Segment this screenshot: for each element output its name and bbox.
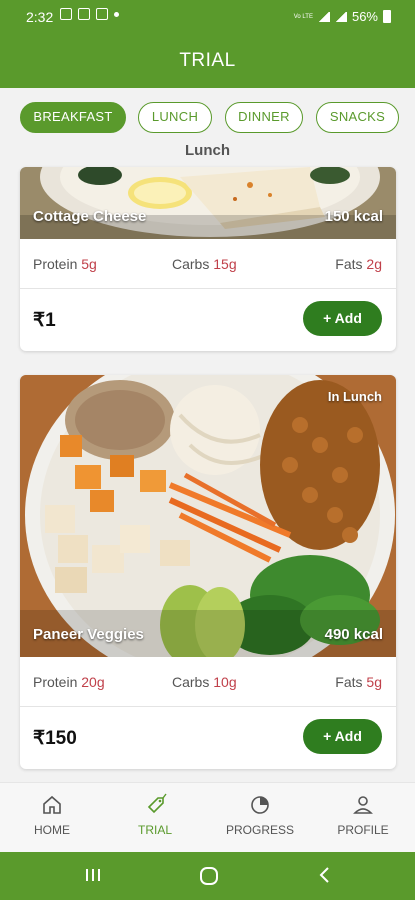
nav-trial[interactable]: TRIAL — [110, 793, 200, 837]
trial-tag-icon — [147, 793, 167, 814]
protein-value: 20g — [81, 674, 105, 690]
signal-2-icon — [334, 11, 347, 22]
system-nav-bar — [0, 852, 415, 900]
app-bar: TRIAL — [0, 33, 415, 88]
network-label: Vo LTE — [293, 13, 313, 20]
message-icon — [96, 8, 108, 20]
price-row: ₹1 + Add — [20, 289, 396, 351]
protein-info: Protein 5g — [33, 256, 97, 272]
carbs-info: Carbs 10g — [172, 674, 237, 690]
fats-info: Fats 2g — [335, 256, 382, 272]
carbs-label: Carbs — [172, 256, 210, 272]
fats-value: 2g — [366, 256, 382, 272]
meal-kcal: 150 kcal — [324, 208, 383, 225]
protein-value: 5g — [81, 256, 97, 272]
meal-card-paneer-veggies[interactable]: In Lunch Paneer Veggies 490 kcal Protein… — [20, 375, 396, 769]
macros-row: Protein 20g Carbs 10g Fats 5g — [20, 657, 396, 707]
signal-icon — [317, 11, 330, 22]
carbs-value: 10g — [213, 674, 237, 690]
gmail-icon — [78, 8, 90, 20]
meal-kcal: 490 kcal — [324, 626, 383, 643]
meal-card-cottage-cheese[interactable]: Cottage Cheese 150 kcal Protein 5g Carbs… — [20, 167, 396, 351]
status-time: 2:32 — [26, 9, 54, 25]
status-right: Vo LTE 56% — [294, 9, 391, 24]
progress-icon — [251, 796, 269, 814]
carbs-info: Carbs 15g — [172, 256, 237, 272]
nav-progress[interactable]: PROGRESS — [215, 793, 305, 837]
meal-tabs: BREAKFAST LUNCH DINNER SNACKS — [0, 102, 415, 134]
protein-label: Protein — [33, 674, 78, 690]
nav-trial-label: TRIAL — [137, 823, 172, 837]
nav-profile-label: PROFILE — [337, 823, 389, 837]
fats-info: Fats 5g — [335, 674, 382, 690]
tab-dinner[interactable]: DINNER — [225, 102, 303, 133]
fats-value: 5g — [366, 674, 382, 690]
back-icon[interactable] — [317, 866, 333, 884]
gallery-icon — [60, 8, 72, 20]
meal-price: ₹1 — [33, 310, 56, 331]
more-notifications-icon — [114, 11, 119, 17]
cottage-cheese-photo — [20, 167, 396, 239]
battery-icon — [383, 10, 391, 23]
page-title: TRIAL — [179, 50, 236, 71]
fats-label: Fats — [335, 674, 363, 690]
paneer-veggies-photo — [20, 375, 396, 657]
macros-row: Protein 5g Carbs 15g Fats 2g — [20, 239, 396, 289]
meal-name: Cottage Cheese — [33, 208, 147, 225]
carbs-label: Carbs — [172, 674, 210, 690]
recent-apps-icon[interactable] — [84, 866, 102, 884]
meal-name: Paneer Veggies — [33, 626, 144, 643]
meal-price: ₹150 — [33, 728, 77, 749]
home-icon — [43, 795, 61, 814]
nav-profile[interactable]: PROFILE — [318, 793, 408, 837]
in-lunch-tag: In Lunch — [327, 389, 382, 404]
protein-label: Protein — [33, 256, 78, 272]
notification-icons — [60, 8, 119, 20]
meal-image: Cottage Cheese 150 kcal — [20, 167, 396, 239]
home-button-icon[interactable] — [199, 866, 219, 886]
carbs-value: 15g — [213, 256, 237, 272]
section-title: Lunch — [185, 142, 230, 159]
fats-label: Fats — [335, 256, 363, 272]
status-bar: 2:32 Vo LTE 56% — [0, 0, 415, 33]
price-row: ₹150 + Add — [20, 707, 396, 769]
nav-home-label: HOME — [34, 823, 70, 837]
bottom-nav: HOME TRIAL PROGRESS PROFILE — [0, 782, 415, 852]
meal-image: In Lunch Paneer Veggies 490 kcal — [20, 375, 396, 657]
protein-info: Protein 20g — [33, 674, 105, 690]
profile-icon — [353, 796, 373, 814]
tab-lunch[interactable]: LUNCH — [138, 102, 212, 133]
nav-progress-label: PROGRESS — [225, 823, 294, 837]
add-button[interactable]: + Add — [303, 719, 382, 754]
battery-percent: 56% — [351, 9, 378, 24]
add-button[interactable]: + Add — [303, 301, 382, 336]
tab-breakfast[interactable]: BREAKFAST — [20, 102, 126, 133]
tab-snacks[interactable]: SNACKS — [316, 102, 399, 133]
nav-home[interactable]: HOME — [7, 793, 97, 837]
